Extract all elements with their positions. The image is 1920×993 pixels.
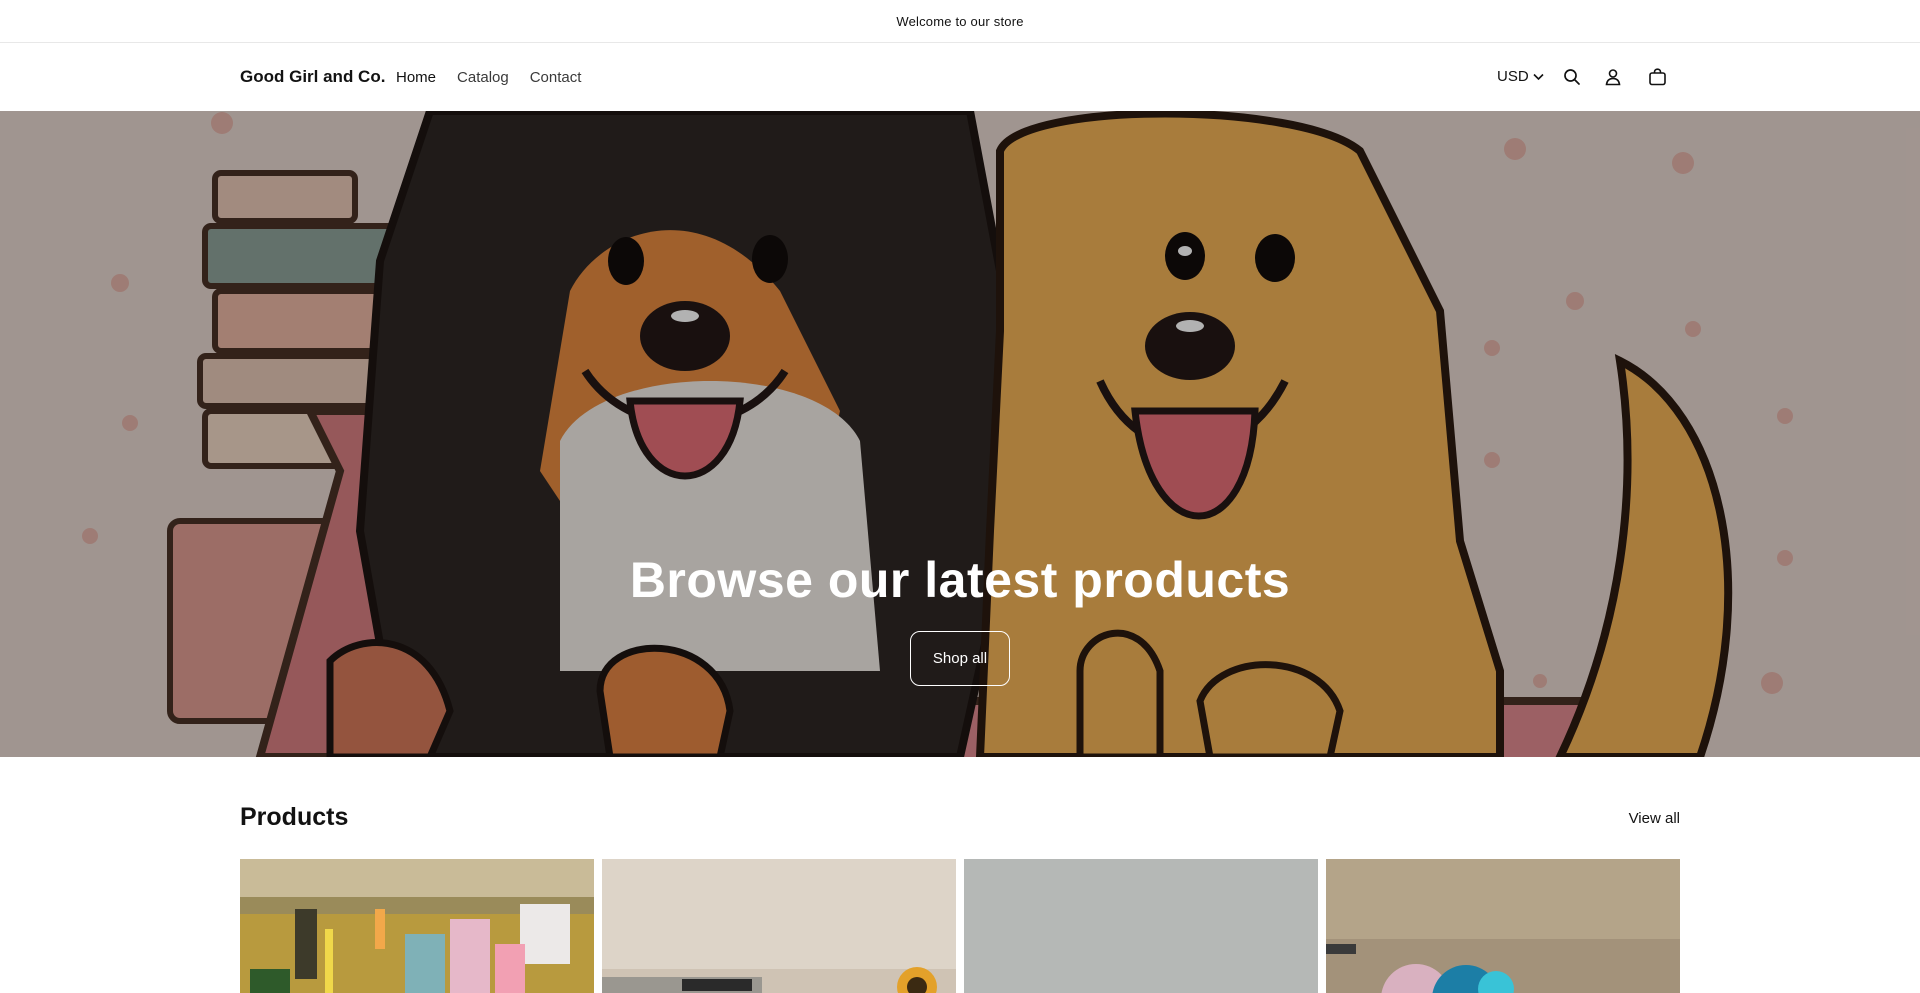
nav-catalog[interactable]: Catalog — [457, 69, 509, 86]
currency-selector[interactable]: USD — [1497, 68, 1544, 85]
product-image — [1326, 859, 1680, 993]
hero-banner: Browse our latest products Shop all — [0, 111, 1920, 757]
product-image — [964, 859, 1318, 993]
products-heading: Products — [240, 803, 349, 831]
main-nav: Home Catalog Contact — [396, 69, 602, 86]
cart-icon[interactable] — [1645, 65, 1669, 89]
account-icon[interactable] — [1601, 65, 1625, 89]
chevron-down-icon — [1533, 68, 1544, 85]
search-icon[interactable] — [1560, 65, 1584, 89]
announcement-text: Welcome to our store — [896, 13, 1024, 29]
product-image — [602, 859, 956, 993]
product-card[interactable] — [964, 859, 1318, 993]
store-logo[interactable]: Good Girl and Co. — [240, 67, 385, 87]
product-card[interactable] — [1326, 859, 1680, 993]
currency-label: USD — [1497, 68, 1529, 85]
product-card[interactable] — [602, 859, 956, 993]
featured-products: Products View all — [240, 757, 1680, 993]
product-image — [240, 859, 594, 993]
site-header: Good Girl and Co. Home Catalog Contact U… — [0, 43, 1920, 111]
announcement-bar: Welcome to our store — [0, 0, 1920, 43]
shop-all-button[interactable]: Shop all — [910, 631, 1010, 686]
product-card[interactable] — [240, 859, 594, 993]
nav-home[interactable]: Home — [396, 69, 436, 86]
nav-contact[interactable]: Contact — [530, 69, 582, 86]
hero-title: Browse our latest products — [629, 552, 1291, 608]
view-all-link[interactable]: View all — [1629, 810, 1680, 827]
product-grid — [240, 859, 1680, 993]
